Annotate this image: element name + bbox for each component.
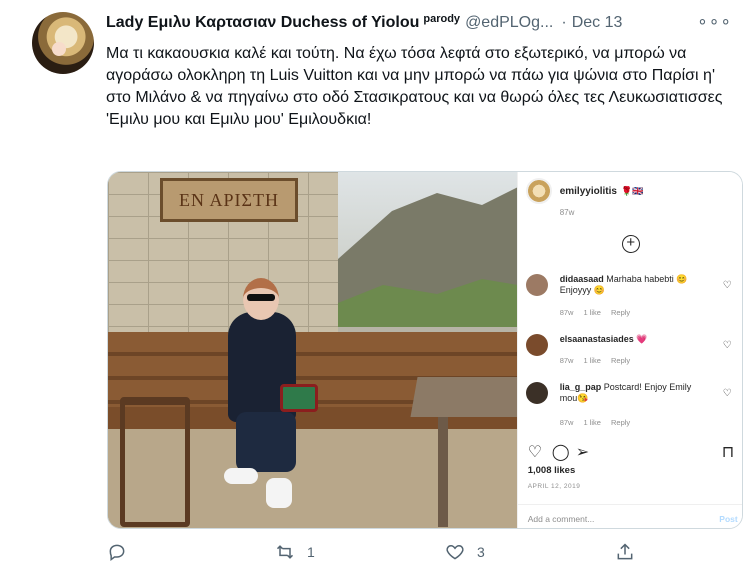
retweet-button[interactable]: 1 (275, 542, 315, 562)
retweet-icon (276, 545, 294, 559)
post-label: Post (719, 514, 738, 524)
author-avatar[interactable] (32, 12, 94, 74)
heart-icon: ♡ (527, 444, 543, 461)
sneaker-right (266, 478, 292, 508)
plus-circle-icon: + (621, 235, 640, 253)
tweet-media[interactable]: ΕΝ ΑΡΙΣΤΗ emilyyiolitis 🌹🇬🇧 87w + didaas… (107, 171, 743, 529)
tweet-header: Lady Εμιλυ Καρτασιαν Duchess of Yiolou p… (106, 12, 736, 36)
instagram-date: APRIL 12, 2019 (527, 483, 581, 490)
comment-text: didaasaad Marhaba habebti 😊 Enjoyyy 😊 (559, 274, 688, 295)
comment-text: elsaanastasiades 💗 (559, 334, 648, 344)
share-icon (617, 543, 633, 560)
bookmark-icon: ⊓ (721, 444, 735, 461)
comment-avatar (525, 274, 548, 296)
parody-label: parody (423, 13, 461, 25)
comment-avatar (525, 382, 548, 404)
tweet-actions: 1 3 (107, 542, 647, 566)
table (410, 377, 517, 417)
comment-bubble-icon: ◯ (551, 444, 570, 461)
comment-text: lia_g_pap Postcard! Enjoy Emily mou😘 (559, 382, 692, 403)
sneaker-left (224, 468, 258, 484)
comment-meta: 87w 1 like Reply (559, 418, 631, 427)
instagram-avatar (525, 178, 552, 204)
tweet-date[interactable]: Dec 13 (572, 14, 623, 32)
heart-icon: ♡ (722, 388, 732, 399)
instagram-header: emilyyiolitis 🌹🇬🇧 (525, 178, 644, 204)
heart-icon (446, 544, 464, 560)
person-legs (236, 412, 296, 472)
reply-icon (109, 544, 125, 561)
send-icon: ➢ (575, 444, 590, 461)
like-count: 3 (477, 544, 485, 560)
reply-button[interactable] (107, 542, 139, 562)
chair (120, 397, 190, 527)
comment-meta: 87w 1 like Reply (559, 308, 631, 317)
handbag (280, 384, 318, 412)
like-button[interactable]: 3 (445, 542, 485, 562)
share-button[interactable] (615, 542, 635, 562)
tweet-text: Μα τι κακαουσκια καλέ και τούτη. Να έχω … (106, 45, 723, 128)
author-handle[interactable]: @edPLOg... (465, 14, 553, 32)
instagram-flags: 🌹🇬🇧 (620, 185, 644, 196)
author-name[interactable]: Lady Εμιλυ Καρτασιαν Duchess of Yiolou (106, 14, 419, 32)
add-comment-bar: Add a comment... Post (517, 504, 742, 528)
more-options-icon[interactable]: ∘∘∘ (697, 12, 732, 32)
photo: ΕΝ ΑΡΙΣΤΗ (108, 172, 517, 528)
add-comment-placeholder: Add a comment... (527, 514, 595, 524)
sunglasses (247, 294, 275, 301)
comment-meta: 87w 1 like Reply (559, 356, 631, 365)
instagram-panel: emilyyiolitis 🌹🇬🇧 87w + didaasaad Marhab… (516, 172, 742, 528)
separator-dot: · (561, 14, 567, 31)
table-leg (438, 417, 448, 527)
instagram-likes: 1,008 likes (527, 465, 576, 476)
instagram-actions: ♡ ◯ ➢ ⊓ (528, 442, 738, 462)
heart-icon: ♡ (722, 280, 732, 291)
comment-avatar (525, 334, 548, 356)
heart-icon: ♡ (722, 340, 732, 351)
instagram-post-time: 87w (559, 208, 575, 217)
taverna-sign: ΕΝ ΑΡΙΣΤΗ (160, 178, 298, 222)
instagram-username: emilyyiolitis (559, 185, 617, 197)
retweet-count: 1 (307, 544, 315, 560)
